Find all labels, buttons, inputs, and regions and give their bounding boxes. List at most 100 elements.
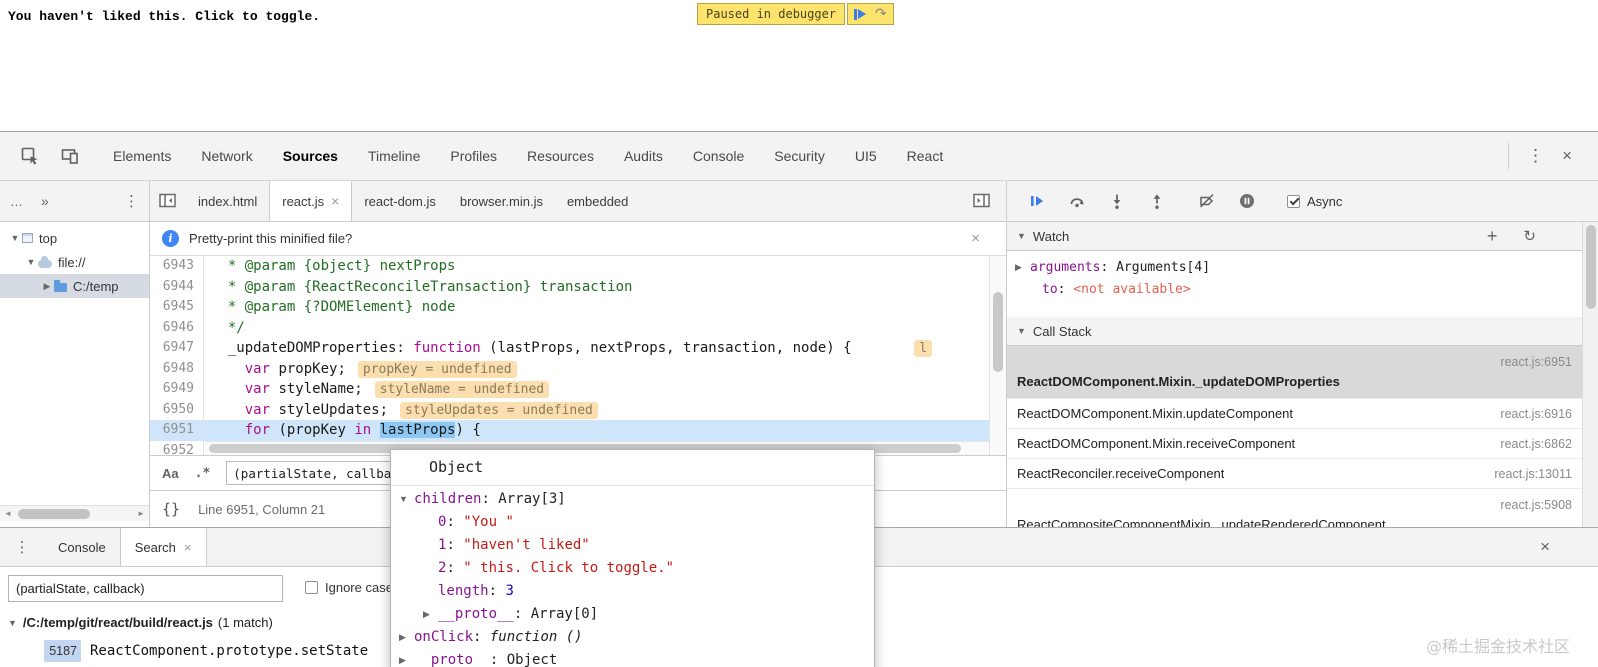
- tree-expander-icon[interactable]: ▼: [8, 233, 22, 243]
- toggle-navigator-icon[interactable]: [150, 181, 186, 221]
- drawer-menu-icon[interactable]: ⋮: [8, 528, 36, 566]
- pause-on-exceptions-icon[interactable]: [1227, 187, 1267, 215]
- main-tab[interactable]: UI5: [840, 132, 892, 180]
- object-property-row[interactable]: ▶ onClick: function (): [391, 626, 874, 649]
- main-tab[interactable]: Resources: [512, 132, 609, 180]
- object-property-row[interactable]: 1: "haven't liked": [391, 534, 874, 557]
- more-options-icon[interactable]: ⋮: [1527, 146, 1544, 166]
- line-number[interactable]: 6944: [150, 276, 204, 297]
- watch-expression[interactable]: ▶ arguments: Arguments[4]: [1007, 256, 1582, 278]
- line-number[interactable]: 6946: [150, 317, 204, 338]
- scrollbar-thumb[interactable]: [1586, 225, 1596, 309]
- deactivate-breakpoints-icon[interactable]: [1187, 187, 1227, 215]
- resume-script-icon[interactable]: [1017, 187, 1057, 215]
- line-number[interactable]: 6947: [150, 338, 204, 359]
- main-tab[interactable]: Network: [186, 132, 267, 180]
- refresh-watch-icon[interactable]: ↻: [1523, 227, 1536, 245]
- editor-vertical-scrollbar[interactable]: [989, 256, 1006, 455]
- main-tab[interactable]: Profiles: [435, 132, 512, 180]
- close-drawer-icon[interactable]: ×: [1540, 528, 1550, 566]
- file-tab[interactable]: index.html: [186, 181, 269, 221]
- main-tab[interactable]: Console: [678, 132, 759, 180]
- line-number[interactable]: 6949: [150, 379, 204, 400]
- line-number[interactable]: 6945: [150, 297, 204, 318]
- object-property-row[interactable]: ▶ __proto__: Array[0]: [391, 603, 874, 626]
- drawer-tab[interactable]: Search ×: [119, 528, 207, 566]
- line-number[interactable]: 6948: [150, 358, 204, 379]
- line-number[interactable]: 6950: [150, 399, 204, 420]
- search-result-match[interactable]: 5187 ReactComponent.prototype.setState: [0, 639, 368, 663]
- object-property-row[interactable]: 2: " this. Click to toggle.": [391, 557, 874, 580]
- main-tab[interactable]: Elements: [98, 132, 186, 180]
- step-into-icon[interactable]: [1097, 187, 1137, 215]
- navigator-horizontal-scrollbar[interactable]: ◄ ►: [0, 505, 149, 521]
- step-over-icon[interactable]: [1057, 187, 1097, 215]
- pretty-print-button[interactable]: {}: [162, 500, 180, 518]
- navigator-menu-icon[interactable]: ⋮: [124, 192, 139, 210]
- file-tab[interactable]: browser.min.js: [448, 181, 555, 221]
- tree-expander-icon[interactable]: ▼: [24, 257, 38, 267]
- tree-expander-icon[interactable]: ▶: [40, 281, 54, 292]
- call-stack-section-header[interactable]: ▼ Call Stack: [1007, 317, 1582, 346]
- scrollbar-thumb[interactable]: [993, 292, 1003, 372]
- main-tab[interactable]: Security: [759, 132, 840, 180]
- toggle-editor-panel-icon[interactable]: [972, 181, 992, 221]
- watch-section-header[interactable]: ▼ Watch + ↻: [1007, 222, 1582, 251]
- drawer-tab[interactable]: Console: [44, 528, 120, 566]
- regex-toggle[interactable]: .*: [195, 466, 211, 481]
- file-tab[interactable]: react-dom.js: [352, 181, 448, 221]
- main-tab[interactable]: React: [892, 132, 959, 180]
- object-property-row[interactable]: ▼ children: Array[3]: [391, 488, 874, 511]
- main-tab[interactable]: Timeline: [353, 132, 435, 180]
- navigator-chevrons-icon[interactable]: »: [41, 193, 49, 209]
- navigator-overflow-tabs[interactable]: …: [10, 194, 23, 209]
- banner-step-over-icon[interactable]: ↷: [875, 6, 887, 22]
- stack-frame[interactable]: ReactCompositeComponentMixin._updateRend…: [1007, 489, 1582, 527]
- ignore-case-checkbox[interactable]: [305, 581, 318, 594]
- property-expander-icon[interactable]: ▶: [399, 626, 414, 649]
- line-number[interactable]: 6951: [150, 420, 204, 441]
- main-tab[interactable]: Sources: [268, 132, 353, 180]
- object-property-row[interactable]: length: 3: [391, 580, 874, 603]
- search-query-input[interactable]: [8, 575, 283, 602]
- property-expander-icon[interactable]: ▼: [399, 488, 414, 511]
- object-property-row[interactable]: ▶ __proto__: Object: [391, 649, 874, 667]
- async-checkbox[interactable]: [1287, 194, 1300, 208]
- file-tab[interactable]: react.js ×: [269, 181, 353, 221]
- close-devtools-icon[interactable]: ×: [1562, 146, 1572, 166]
- banner-resume-icon[interactable]: [854, 8, 867, 20]
- infobar-close-icon[interactable]: ×: [971, 230, 980, 247]
- stack-frame[interactable]: ReactDOMComponent.Mixin.updateComponent …: [1007, 399, 1582, 429]
- step-out-icon[interactable]: [1137, 187, 1177, 215]
- scroll-left-arrow-icon[interactable]: ◄: [0, 509, 16, 518]
- property-expander-icon[interactable]: ▶: [423, 603, 438, 626]
- section-expander-icon[interactable]: ▼: [1017, 231, 1026, 241]
- search-result-file[interactable]: ▼ /C:/temp/git/react/build/react.js (1 m…: [8, 615, 273, 630]
- main-tab[interactable]: Audits: [609, 132, 678, 180]
- stack-frame[interactable]: ReactDOMComponent.Mixin.receiveComponent…: [1007, 429, 1582, 459]
- page-body-text[interactable]: You haven't liked this. Click to toggle.: [8, 9, 320, 24]
- close-file-tab-icon[interactable]: ×: [331, 193, 339, 209]
- line-number[interactable]: 6943: [150, 256, 204, 277]
- scrollbar-thumb[interactable]: [18, 508, 90, 519]
- sidebar-vertical-scrollbar[interactable]: [1582, 222, 1598, 527]
- property-expander-icon[interactable]: ▶: [399, 649, 414, 667]
- stack-frame[interactable]: ReactDOMComponent.Mixin._updateDOMProper…: [1007, 346, 1582, 399]
- object-property-row[interactable]: 0: "You ": [391, 511, 874, 534]
- file-tab[interactable]: embedded: [555, 181, 640, 221]
- watch-expression[interactable]: to: <not available>: [1007, 278, 1582, 300]
- inspect-element-icon[interactable]: [19, 145, 41, 167]
- watch-expander-icon[interactable]: ▶: [1015, 262, 1030, 273]
- scroll-right-arrow-icon[interactable]: ►: [133, 509, 149, 518]
- line-number[interactable]: 6952: [150, 440, 204, 455]
- navigator-tree-item[interactable]: ▼ file://: [0, 250, 149, 274]
- navigator-tree-item[interactable]: ▶ C:/temp: [0, 274, 149, 298]
- match-case-toggle[interactable]: Aa: [162, 466, 179, 481]
- section-expander-icon[interactable]: ▼: [1017, 326, 1026, 336]
- device-toolbar-icon[interactable]: [59, 145, 81, 167]
- navigator-tree-item[interactable]: ▼ top: [0, 226, 149, 250]
- add-watch-icon[interactable]: +: [1487, 226, 1498, 247]
- result-expander-icon[interactable]: ▼: [8, 618, 17, 628]
- close-search-tab-icon[interactable]: ×: [184, 540, 192, 555]
- stack-frame[interactable]: ReactReconciler.receiveComponent react.j…: [1007, 459, 1582, 489]
